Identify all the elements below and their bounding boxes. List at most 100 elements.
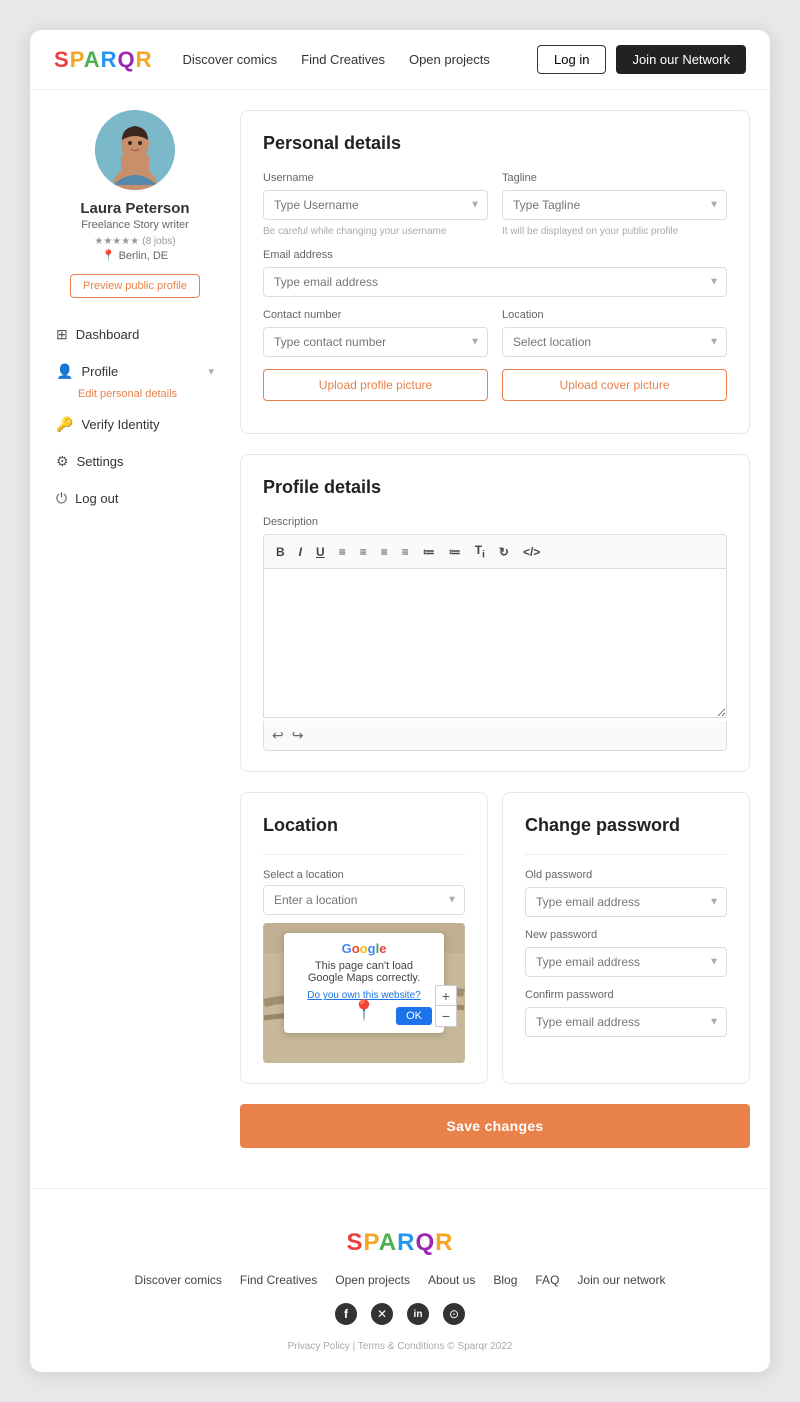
personal-details-card: Personal details Username ▼ Be careful w… xyxy=(240,110,750,434)
facebook-icon[interactable]: f xyxy=(335,1303,357,1325)
chevron-down-icon: ▾ xyxy=(208,365,214,378)
tagline-input[interactable] xyxy=(502,190,727,220)
contact-input[interactable] xyxy=(263,327,488,357)
sidebar-item-label: Dashboard xyxy=(76,327,140,342)
underline-button[interactable]: U xyxy=(312,541,329,562)
new-password-input[interactable] xyxy=(525,947,727,977)
nav-open-projects[interactable]: Open projects xyxy=(409,52,490,67)
user-name: Laura Peterson xyxy=(80,200,189,217)
map-pin-icon: 📍 xyxy=(352,998,377,1023)
footer-nav-find[interactable]: Find Creatives xyxy=(240,1273,317,1287)
lower-section: Location Select a location ▼ xyxy=(240,792,750,1084)
login-button[interactable]: Log in xyxy=(537,45,606,74)
list-unordered-button[interactable]: ≔ xyxy=(445,541,465,562)
redo-button[interactable]: ↪ xyxy=(292,727,304,744)
map-zoom-controls: + − xyxy=(435,985,457,1027)
logout-icon: ⏻ xyxy=(56,490,67,507)
user-location: 📍 Berlin, DE xyxy=(102,249,168,262)
contact-label: Contact number xyxy=(263,309,488,321)
upload-cover-button[interactable]: Upload cover picture xyxy=(502,369,727,401)
footer-nav-blog[interactable]: Blog xyxy=(493,1273,517,1287)
tagline-group: Tagline ▼ It will be displayed on your p… xyxy=(502,172,727,237)
profile-details-title: Profile details xyxy=(263,477,727,498)
confirm-password-group: Confirm password ▼ xyxy=(525,989,727,1037)
location-search-input[interactable] xyxy=(263,885,465,915)
sidebar-item-label: Log out xyxy=(75,491,118,506)
undo-button[interactable]: ↩ xyxy=(272,727,284,744)
key-icon: 🔑 xyxy=(56,416,73,433)
sidebar-item-profile[interactable]: 👤 Profile ▾ xyxy=(50,355,220,388)
email-input[interactable] xyxy=(263,267,727,297)
map-zoom-out-button[interactable]: − xyxy=(436,1006,456,1026)
sidebar-item-logout[interactable]: ⏻ Log out xyxy=(50,482,220,515)
twitter-icon[interactable]: ✕ xyxy=(371,1303,393,1325)
username-input[interactable] xyxy=(263,190,488,220)
tagline-label: Tagline xyxy=(502,172,727,184)
location-title: Location xyxy=(263,815,465,836)
profile-icon: 👤 xyxy=(56,363,73,380)
github-icon[interactable]: ⊙ xyxy=(443,1303,465,1325)
email-group: Email address ▼ xyxy=(263,249,727,297)
footer-nav-faq[interactable]: FAQ xyxy=(535,1273,559,1287)
text-size-button[interactable]: Ti xyxy=(471,541,489,562)
align-right-button[interactable]: ≡ xyxy=(377,541,392,562)
save-changes-button[interactable]: Save changes xyxy=(240,1104,750,1148)
select-location-label: Select a location xyxy=(263,869,465,881)
new-password-group: New password ▼ xyxy=(525,929,727,977)
user-role: Freelance Story writer xyxy=(81,219,189,231)
bold-button[interactable]: B xyxy=(272,541,289,562)
location-card: Location Select a location ▼ xyxy=(240,792,488,1084)
description-label: Description xyxy=(263,516,727,528)
sidebar-sub-edit[interactable]: Edit personal details xyxy=(50,388,220,400)
sidebar-item-label: Verify Identity xyxy=(81,417,159,432)
save-section: Save changes xyxy=(240,1104,750,1148)
align-left-button[interactable]: ≡ xyxy=(335,541,350,562)
upload-profile-button[interactable]: Upload profile picture xyxy=(263,369,488,401)
align-justify-button[interactable]: ≡ xyxy=(398,541,413,562)
avatar-image xyxy=(95,110,175,190)
sidebar-item-dashboard[interactable]: ⊞ Dashboard xyxy=(50,318,220,351)
footer-nav-open[interactable]: Open projects xyxy=(335,1273,410,1287)
special-char-button[interactable]: ↻ xyxy=(495,541,513,562)
old-password-input[interactable] xyxy=(525,887,727,917)
footer-nav-discover[interactable]: Discover comics xyxy=(135,1273,222,1287)
footer-social: f ✕ in ⊙ xyxy=(335,1303,465,1325)
footer-nav-join[interactable]: Join our network xyxy=(577,1273,665,1287)
nav-discover-comics[interactable]: Discover comics xyxy=(183,52,278,67)
italic-button[interactable]: I xyxy=(295,541,306,562)
confirm-password-input[interactable] xyxy=(525,1007,727,1037)
list-ordered-button[interactable]: ≔ xyxy=(419,541,439,562)
main-content: Personal details Username ▼ Be careful w… xyxy=(240,110,750,1148)
sidebar-item-settings[interactable]: ⚙ Settings xyxy=(50,445,220,478)
username-hint: Be careful while changing your username xyxy=(263,226,488,237)
location-input[interactable] xyxy=(502,327,727,357)
code-button[interactable]: </> xyxy=(519,541,544,562)
map-error-message: This page can't load Google Maps correct… xyxy=(296,960,432,984)
description-textarea[interactable] xyxy=(263,568,727,718)
sidebar-item-verify[interactable]: 🔑 Verify Identity xyxy=(50,408,220,441)
logo: SPARQR xyxy=(54,47,153,73)
sidebar-item-label: Settings xyxy=(77,454,124,469)
align-center-button[interactable]: ≡ xyxy=(356,541,371,562)
site-footer: SPARQR Discover comics Find Creatives Op… xyxy=(30,1188,770,1372)
contact-group: Contact number ▼ xyxy=(263,309,488,357)
map-zoom-in-button[interactable]: + xyxy=(436,986,456,1006)
avatar xyxy=(95,110,175,190)
preview-profile-button[interactable]: Preview public profile xyxy=(70,274,200,298)
map-ok-button[interactable]: OK xyxy=(396,1007,432,1025)
nav-find-creatives[interactable]: Find Creatives xyxy=(301,52,385,67)
sidebar-item-label: Profile xyxy=(81,364,118,379)
sidebar-nav: ⊞ Dashboard 👤 Profile ▾ Edit personal de… xyxy=(50,318,220,515)
username-group: Username ▼ Be careful while changing you… xyxy=(263,172,488,237)
join-button[interactable]: Join our Network xyxy=(616,45,746,74)
user-stars: ★★★★★ (8 jobs) xyxy=(94,235,175,247)
email-label: Email address xyxy=(263,249,727,261)
editor-footer: ↩ ↪ xyxy=(263,721,727,751)
new-password-label: New password xyxy=(525,929,727,941)
footer-nav-about[interactable]: About us xyxy=(428,1273,475,1287)
confirm-password-label: Confirm password xyxy=(525,989,727,1001)
sidebar: Laura Peterson Freelance Story writer ★★… xyxy=(50,110,220,1148)
profile-details-card: Profile details Description B I U ≡ ≡ ≡ … xyxy=(240,454,750,772)
linkedin-icon[interactable]: in xyxy=(407,1303,429,1325)
main-layout: Laura Peterson Freelance Story writer ★★… xyxy=(30,90,770,1188)
